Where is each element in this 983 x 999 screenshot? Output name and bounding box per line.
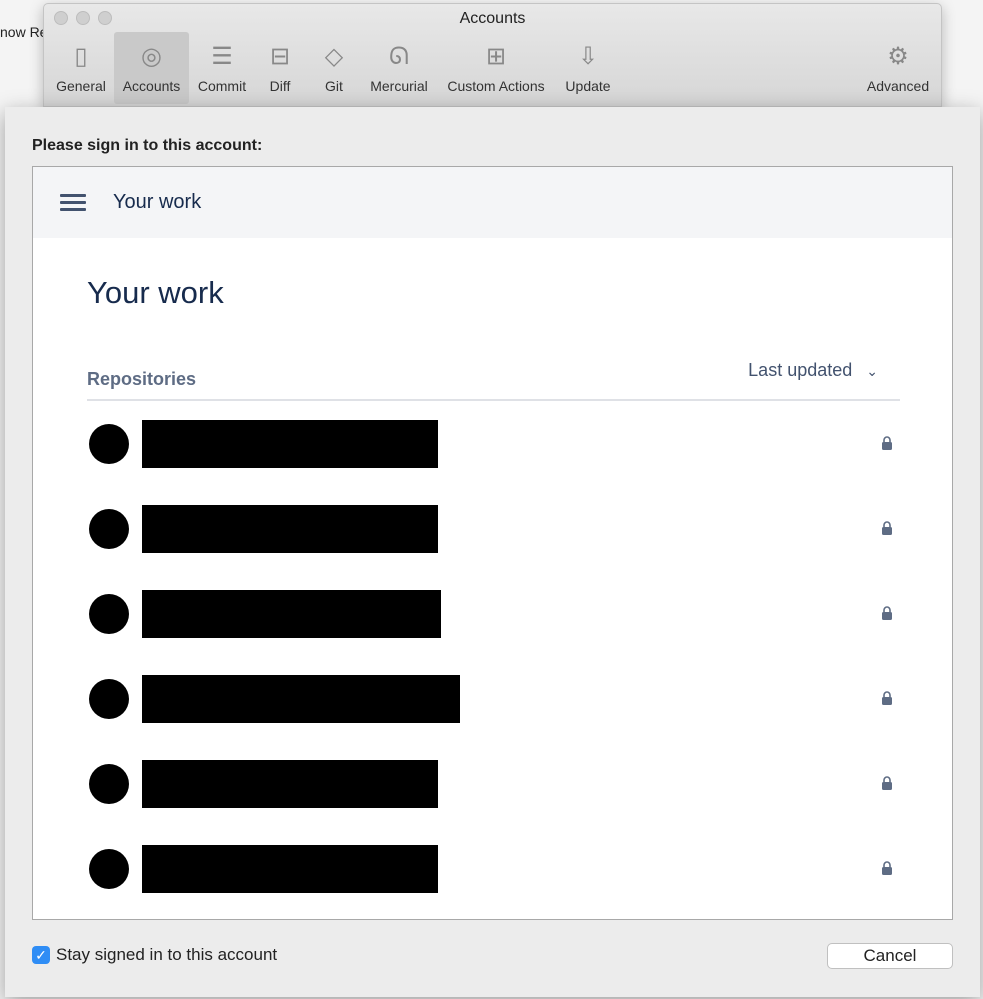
lock-icon <box>882 691 892 705</box>
tab-mercurial[interactable]: ᘏ Mercurial <box>365 32 433 104</box>
download-icon: ⇩ <box>577 43 599 70</box>
tab-general[interactable]: ▯ General <box>50 32 112 104</box>
tab-custom-actions[interactable]: ⊞ Custom Actions <box>440 32 552 104</box>
flowchart-icon: ⊞ <box>485 43 507 70</box>
lock-icon <box>882 776 892 790</box>
web-view: Your work Your work Repositories Last up… <box>32 166 953 920</box>
redacted-repo-name[interactable] <box>142 420 438 468</box>
header-title: Your work <box>113 191 202 213</box>
tab-diff[interactable]: ⊟ Diff <box>259 32 301 104</box>
avatar <box>89 594 129 634</box>
lock-icon <box>882 861 892 875</box>
sort-dropdown[interactable]: Last updated ⌄ <box>748 360 878 381</box>
sign-in-prompt: Please sign in to this account: <box>32 137 263 154</box>
tab-update[interactable]: ⇩ Update <box>560 32 616 104</box>
tab-accounts[interactable]: ◎ Accounts <box>114 32 189 104</box>
tab-advanced[interactable]: ⚙ Advanced <box>862 32 934 104</box>
window-title: Accounts <box>459 10 526 27</box>
diff-icon: ⊟ <box>269 43 291 70</box>
background-text: now Re <box>0 24 48 40</box>
mercurial-icon: ᘏ <box>389 43 409 70</box>
repository-row[interactable] <box>89 760 892 810</box>
redacted-repo-name[interactable] <box>142 505 438 553</box>
lock-icon <box>882 606 892 620</box>
lock-icon <box>882 521 892 535</box>
lock-icon <box>882 436 892 450</box>
sign-in-sheet: Please sign in to this account: Your wor… <box>5 107 980 997</box>
chevron-down-icon: ⌄ <box>866 363 878 379</box>
repository-row[interactable] <box>89 420 892 470</box>
redacted-repo-name[interactable] <box>142 675 460 723</box>
avatar <box>89 764 129 804</box>
page-title: Your work <box>87 275 224 310</box>
tab-git[interactable]: ◇ Git <box>314 32 354 104</box>
avatar <box>89 849 129 889</box>
repository-row[interactable] <box>89 675 892 725</box>
redacted-repo-name[interactable] <box>142 590 441 638</box>
web-header: Your work <box>33 167 952 238</box>
user-icon: ◎ <box>141 43 162 70</box>
stay-signed-in-checkbox[interactable]: ✓ Stay signed in to this account <box>32 945 277 965</box>
avatar <box>89 424 129 464</box>
checkbox-checked-icon[interactable]: ✓ <box>32 946 50 964</box>
avatar <box>89 509 129 549</box>
git-icon: ◇ <box>324 43 344 70</box>
redacted-repo-name[interactable] <box>142 760 438 808</box>
gear-icon: ⚙ <box>887 43 909 70</box>
section-label: Repositories <box>87 369 197 389</box>
redacted-repo-name[interactable] <box>142 845 438 893</box>
repository-row[interactable] <box>89 590 892 640</box>
preferences-window: Accounts ▯ General ◎ Accounts ☰ Commit ⊟ Dif… <box>43 3 942 107</box>
repository-row[interactable] <box>89 845 892 895</box>
repositories-header: Repositories Last updated ⌄ <box>87 360 900 401</box>
switch-icon: ▯ <box>74 43 88 70</box>
repository-row[interactable] <box>89 505 892 555</box>
tab-commit[interactable]: ☰ Commit <box>192 32 252 104</box>
hamburger-menu-icon[interactable] <box>60 190 86 215</box>
cancel-button[interactable]: Cancel <box>827 943 953 969</box>
document-icon: ☰ <box>211 43 233 70</box>
avatar <box>89 679 129 719</box>
